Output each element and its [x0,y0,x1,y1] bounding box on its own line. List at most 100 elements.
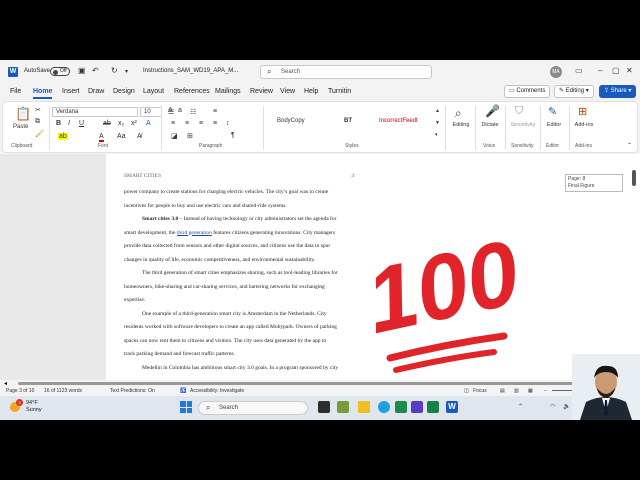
font-color-icon[interactable]: A [99,133,104,142]
paste-icon[interactable]: 📋 [15,106,31,122]
tab-design[interactable]: Design [113,88,135,95]
text-effects-icon[interactable]: A [146,120,151,127]
subscript-icon[interactable]: x₂ [118,120,124,127]
tab-help[interactable]: Help [304,88,318,95]
tab-review[interactable]: Review [250,88,273,95]
style-bt[interactable]: BT [344,118,352,124]
task-view-icon[interactable] [318,401,330,413]
focus-mode-button[interactable]: Focus [473,388,487,394]
tab-layout[interactable]: Layout [143,88,164,95]
styles-scroll-down-icon[interactable]: ▼ [435,120,440,126]
clear-formatting-icon[interactable]: A̸ [137,133,142,140]
excel-icon[interactable] [395,401,407,413]
styles-scroll-up-icon[interactable]: ▲ [435,108,440,114]
align-left-icon[interactable]: ≡ [171,120,175,127]
read-mode-icon[interactable]: ▤ [500,388,505,394]
tab-references[interactable]: References [174,88,210,95]
hyperlink-third-generation[interactable]: third generation [177,230,212,236]
change-case-icon[interactable]: Aa [117,133,126,140]
bold-icon[interactable]: B [56,120,61,127]
editing-mode-button[interactable]: ✎ Editing ▾ [554,85,594,98]
sensitivity-icon[interactable]: ⛉ [515,105,523,118]
sensitivity-label[interactable]: Sensitivity [508,122,538,128]
underline-icon[interactable]: U [79,120,84,127]
redo-icon[interactable]: ↻ [111,66,118,75]
style-incorrectfeedt[interactable]: IncorrectFeedt [379,118,418,124]
justify-icon[interactable]: ≡ [213,120,217,127]
shading-icon[interactable]: ◪ [171,132,178,140]
minimize-icon[interactable]: – [598,66,602,75]
word-taskbar-icon[interactable]: W [446,401,458,413]
microphone-icon[interactable]: 🎤 [485,104,500,118]
tab-insert[interactable]: Insert [62,88,80,95]
tab-turnitin[interactable]: Turnitin [328,88,351,95]
line-spacing-icon[interactable]: ↕ [226,120,230,127]
tab-file[interactable]: File [10,88,21,95]
avatar[interactable]: MA [550,66,562,78]
accessibility-status[interactable]: Accessibility: Investigate [190,388,244,394]
multilevel-list-icon[interactable]: ≡ [213,108,217,115]
ribbon-display-icon[interactable]: ▭ [575,66,583,75]
editor-label[interactable]: Editor [539,122,569,128]
web-layout-icon[interactable]: ▦ [528,388,533,394]
print-layout-icon[interactable]: ▥ [514,388,519,394]
align-center-icon[interactable]: ≡ [185,120,189,127]
horizontal-scrollbar-thumb[interactable] [18,382,584,385]
chrome-icon[interactable] [378,401,390,413]
addins-label[interactable]: Add-ins [569,122,599,128]
zoom-out-icon[interactable]: – [544,388,547,394]
editor-icon[interactable]: ✎ [548,105,557,118]
taskbar-search-input[interactable]: ⌕ Search [198,401,308,415]
tab-home[interactable]: Home [33,88,53,99]
tab-mailings[interactable]: Mailings [215,88,241,95]
customize-dropdown-icon[interactable]: ▾ [125,68,128,75]
comments-button[interactable]: ▭ Comments [504,85,551,98]
highlight-icon[interactable]: ab [58,133,68,140]
app-icon-layers[interactable] [337,401,349,413]
format-painter-icon[interactable]: 🖌 [35,130,44,138]
italic-icon[interactable]: I [68,120,70,127]
editing-label[interactable]: Editing [446,122,476,128]
font-name-select[interactable]: Verdana [52,107,138,117]
tab-draw[interactable]: Draw [88,88,104,95]
text-predictions-status[interactable]: Text Predictions: On [110,388,155,394]
spreadsheet-app-icon[interactable] [427,401,439,413]
tab-view[interactable]: View [280,88,295,95]
collapse-ribbon-icon[interactable]: ⌃ [627,142,632,149]
styles-more-icon[interactable]: ▾ [435,132,438,138]
autosave-toggle[interactable]: Off [50,67,70,76]
shrink-font-icon[interactable]: a [178,107,182,114]
save-icon[interactable]: ▣ [78,66,86,75]
strikethrough-icon[interactable]: ab [103,120,111,127]
paste-label[interactable]: Paste [13,124,28,130]
word-count[interactable]: 16 of 1123 words [44,388,82,394]
copy-icon[interactable]: ⧉ [35,118,40,126]
start-button[interactable] [180,401,192,413]
page-count[interactable]: Page 3 of 10 [6,388,34,394]
undo-icon[interactable]: ↶ [92,66,99,75]
maximize-icon[interactable]: ▢ [612,66,620,75]
numbering-icon[interactable]: ☷ [190,108,196,116]
superscript-icon[interactable]: x² [131,120,137,127]
show-hidden-icons[interactable]: ⌃ [518,403,523,410]
align-right-icon[interactable]: ≡ [199,120,203,127]
dictate-label[interactable]: Dictate [475,122,505,128]
style-bodycopy[interactable]: BodyCopy [277,118,305,124]
share-button[interactable]: ⇪ Share ▾ [599,85,637,98]
bullets-icon[interactable]: ☰ [168,108,174,116]
addins-icon[interactable]: ⊞ [578,105,587,118]
close-icon[interactable]: ✕ [626,66,633,75]
show-formatting-icon[interactable]: ¶ [231,132,235,139]
cut-icon[interactable]: ✂ [35,106,41,114]
document-title[interactable]: Instructions_SAM_WD19_APA_M... [143,68,238,74]
find-icon[interactable]: ⌕ [455,106,462,121]
font-size-select[interactable]: 10 [140,107,162,117]
volume-icon[interactable]: 🔈 [563,403,570,410]
wifi-icon[interactable]: ◠ [550,403,555,410]
vertical-scrollbar-thumb[interactable] [632,170,636,186]
borders-icon[interactable]: ⊞ [187,132,193,140]
title-search-input[interactable]: ⌕ Search [260,65,432,79]
document-page[interactable]: SMART CITIES 4 power company to create s… [106,154,390,380]
app-icon-purple[interactable] [411,401,423,413]
file-explorer-icon[interactable] [358,401,370,413]
